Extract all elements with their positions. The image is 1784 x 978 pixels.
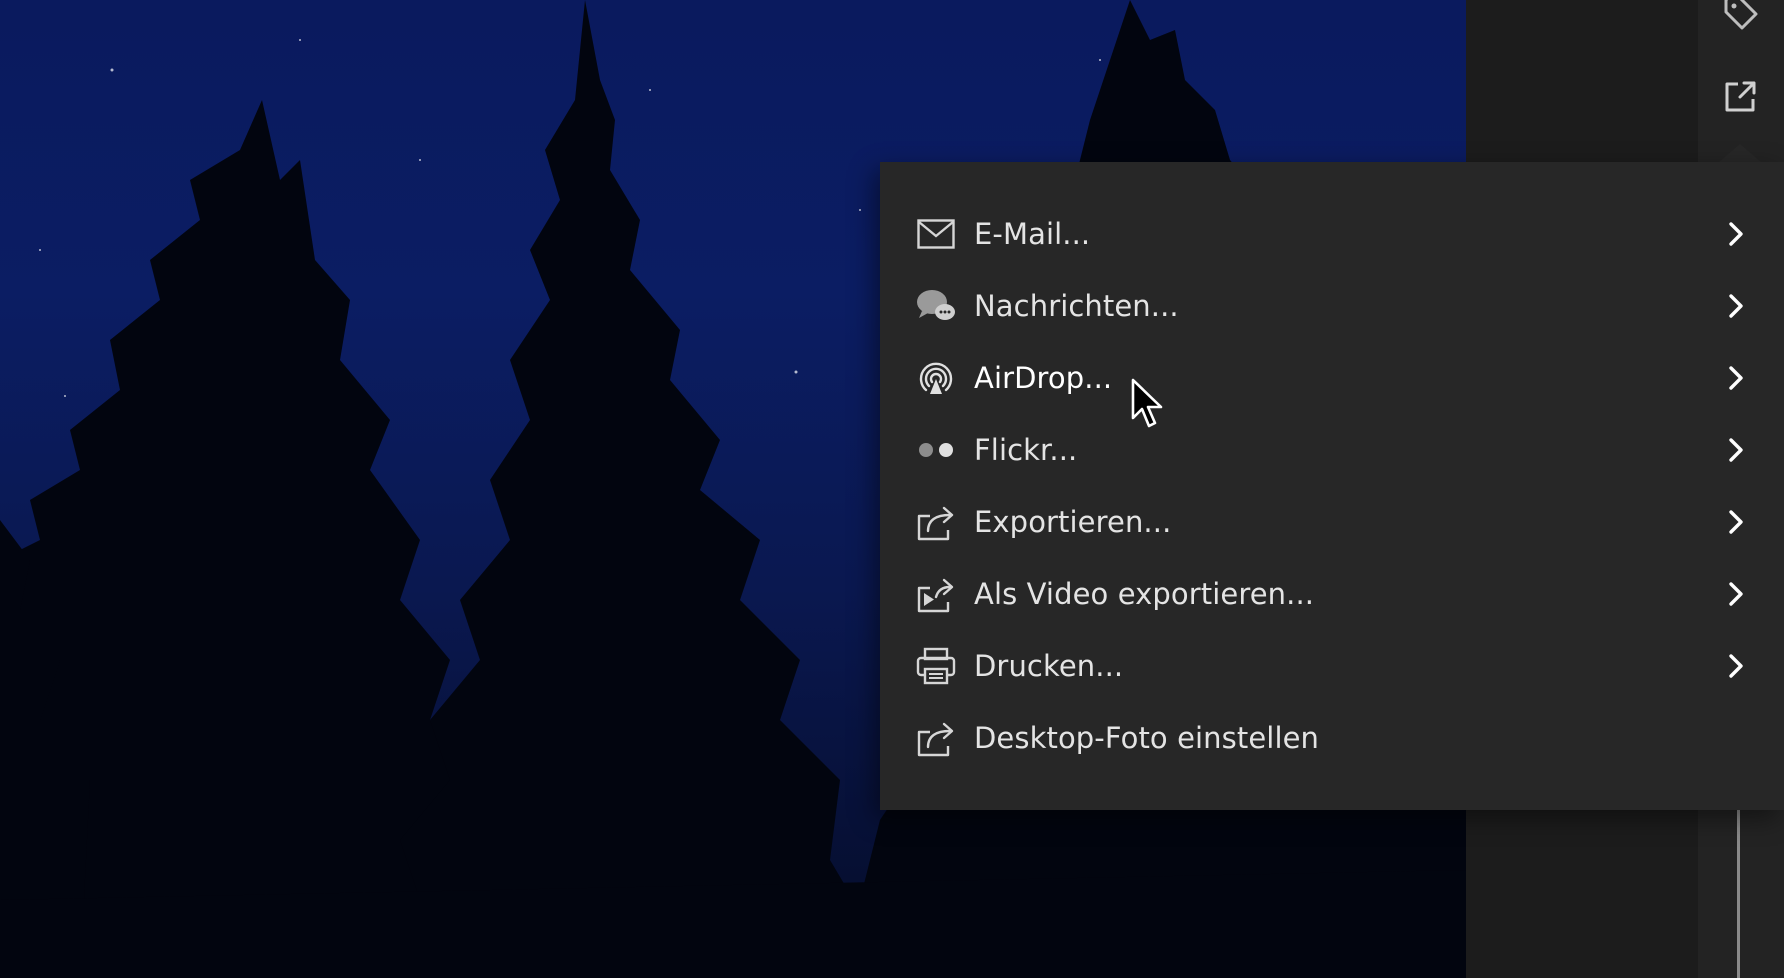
menu-item-label: Als Video exportieren...	[974, 577, 1315, 611]
chevron-right-icon	[1729, 582, 1743, 606]
menu-item-airdrop[interactable]: AirDrop...	[880, 342, 1784, 414]
mouse-cursor-icon	[1131, 378, 1163, 428]
share-menu: E-Mail... Nachrichten... AirDrop... Flic…	[880, 162, 1784, 810]
tag-icon[interactable]	[1716, 0, 1764, 36]
chevron-right-icon	[1729, 366, 1743, 390]
airdrop-icon	[916, 358, 956, 398]
chevron-right-icon	[1729, 294, 1743, 318]
menu-item-label: Drucken...	[974, 649, 1124, 683]
scrollbar[interactable]	[1737, 810, 1740, 978]
menu-item-label: Nachrichten...	[974, 289, 1179, 323]
messages-bubble-icon	[916, 286, 956, 326]
popover-arrow	[1718, 144, 1762, 163]
menu-item-messages[interactable]: Nachrichten...	[880, 270, 1784, 342]
menu-item-export-video[interactable]: Als Video exportieren...	[880, 558, 1784, 630]
printer-icon	[916, 646, 956, 686]
menu-item-set-desktop[interactable]: Desktop-Foto einstellen	[880, 702, 1784, 774]
menu-item-export[interactable]: Exportieren...	[880, 486, 1784, 558]
export-arrow-icon	[916, 502, 956, 542]
menu-item-label: AirDrop...	[974, 361, 1113, 395]
menu-item-label: Desktop-Foto einstellen	[974, 721, 1320, 755]
chevron-right-icon	[1729, 510, 1743, 534]
menu-item-label: Exportieren...	[974, 505, 1172, 539]
menu-item-flickr[interactable]: Flickr...	[880, 414, 1784, 486]
video-export-icon	[916, 574, 956, 614]
desktop-set-icon	[916, 718, 956, 758]
menu-item-print[interactable]: Drucken...	[880, 630, 1784, 702]
envelope-icon	[916, 214, 956, 254]
chevron-right-icon	[1729, 438, 1743, 462]
menu-item-email[interactable]: E-Mail...	[880, 198, 1784, 270]
menu-item-label: E-Mail...	[974, 217, 1091, 251]
flickr-dots-icon	[916, 430, 956, 470]
app-window: E-Mail... Nachrichten... AirDrop... Flic…	[0, 0, 1784, 978]
share-out-icon[interactable]	[1716, 73, 1764, 121]
chevron-right-icon	[1729, 222, 1743, 246]
chevron-right-icon	[1729, 654, 1743, 678]
menu-item-label: Flickr...	[974, 433, 1078, 467]
